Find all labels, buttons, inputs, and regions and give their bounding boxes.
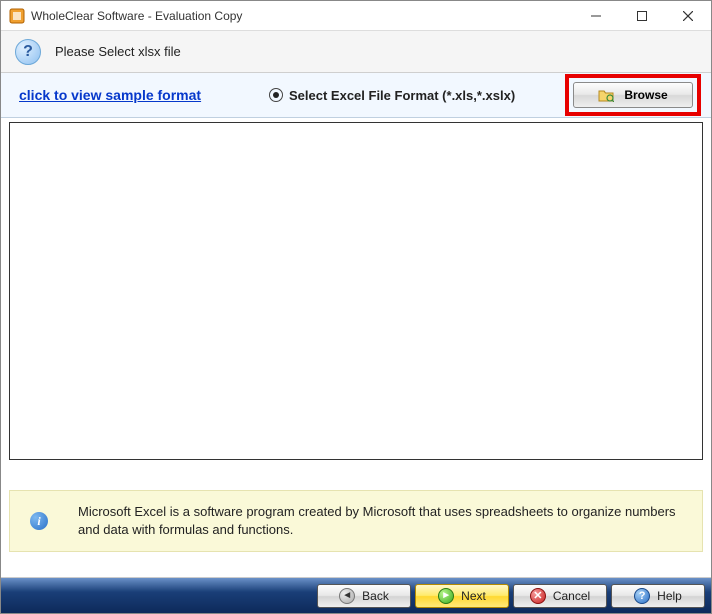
spacer	[1, 460, 711, 490]
close-button[interactable]	[665, 1, 711, 31]
back-button[interactable]: ◄ Back	[317, 584, 411, 608]
cancel-button[interactable]: ✕ Cancel	[513, 584, 607, 608]
back-label: Back	[362, 589, 389, 603]
file-format-radio[interactable]: Select Excel File Format (*.xls,*.xslx)	[269, 88, 565, 103]
app-icon	[9, 8, 25, 24]
cancel-label: Cancel	[553, 589, 590, 603]
instruction-bar: ? Please Select xlsx file	[1, 31, 711, 73]
info-text: Microsoft Excel is a software program cr…	[78, 503, 682, 539]
next-label: Next	[461, 589, 486, 603]
help-nav-icon: ?	[634, 588, 650, 604]
browse-button[interactable]: Browse	[573, 82, 693, 108]
titlebar: WholeClear Software - Evaluation Copy	[1, 1, 711, 31]
help-label: Help	[657, 589, 682, 603]
browse-label: Browse	[624, 88, 667, 102]
window-title: WholeClear Software - Evaluation Copy	[31, 9, 573, 23]
window-controls	[573, 1, 711, 31]
browse-highlight: Browse	[565, 74, 701, 116]
next-button[interactable]: ► Next	[415, 584, 509, 608]
help-icon: ?	[15, 39, 41, 65]
maximize-button[interactable]	[619, 1, 665, 31]
instruction-text: Please Select xlsx file	[55, 44, 181, 59]
cancel-icon: ✕	[530, 588, 546, 604]
next-icon: ►	[438, 588, 454, 604]
folder-icon	[598, 88, 614, 102]
file-format-label: Select Excel File Format (*.xls,*.xslx)	[289, 88, 515, 103]
info-panel: i Microsoft Excel is a software program …	[9, 490, 703, 552]
help-button[interactable]: ? Help	[611, 584, 705, 608]
file-list-area	[9, 122, 703, 460]
minimize-button[interactable]	[573, 1, 619, 31]
back-icon: ◄	[339, 588, 355, 604]
bottom-nav-bar: ◄ Back ► Next ✕ Cancel ? Help	[1, 577, 711, 613]
radio-icon	[269, 88, 283, 102]
info-icon: i	[30, 512, 48, 530]
options-bar: click to view sample format Select Excel…	[1, 73, 711, 118]
sample-format-link[interactable]: click to view sample format	[19, 87, 269, 103]
